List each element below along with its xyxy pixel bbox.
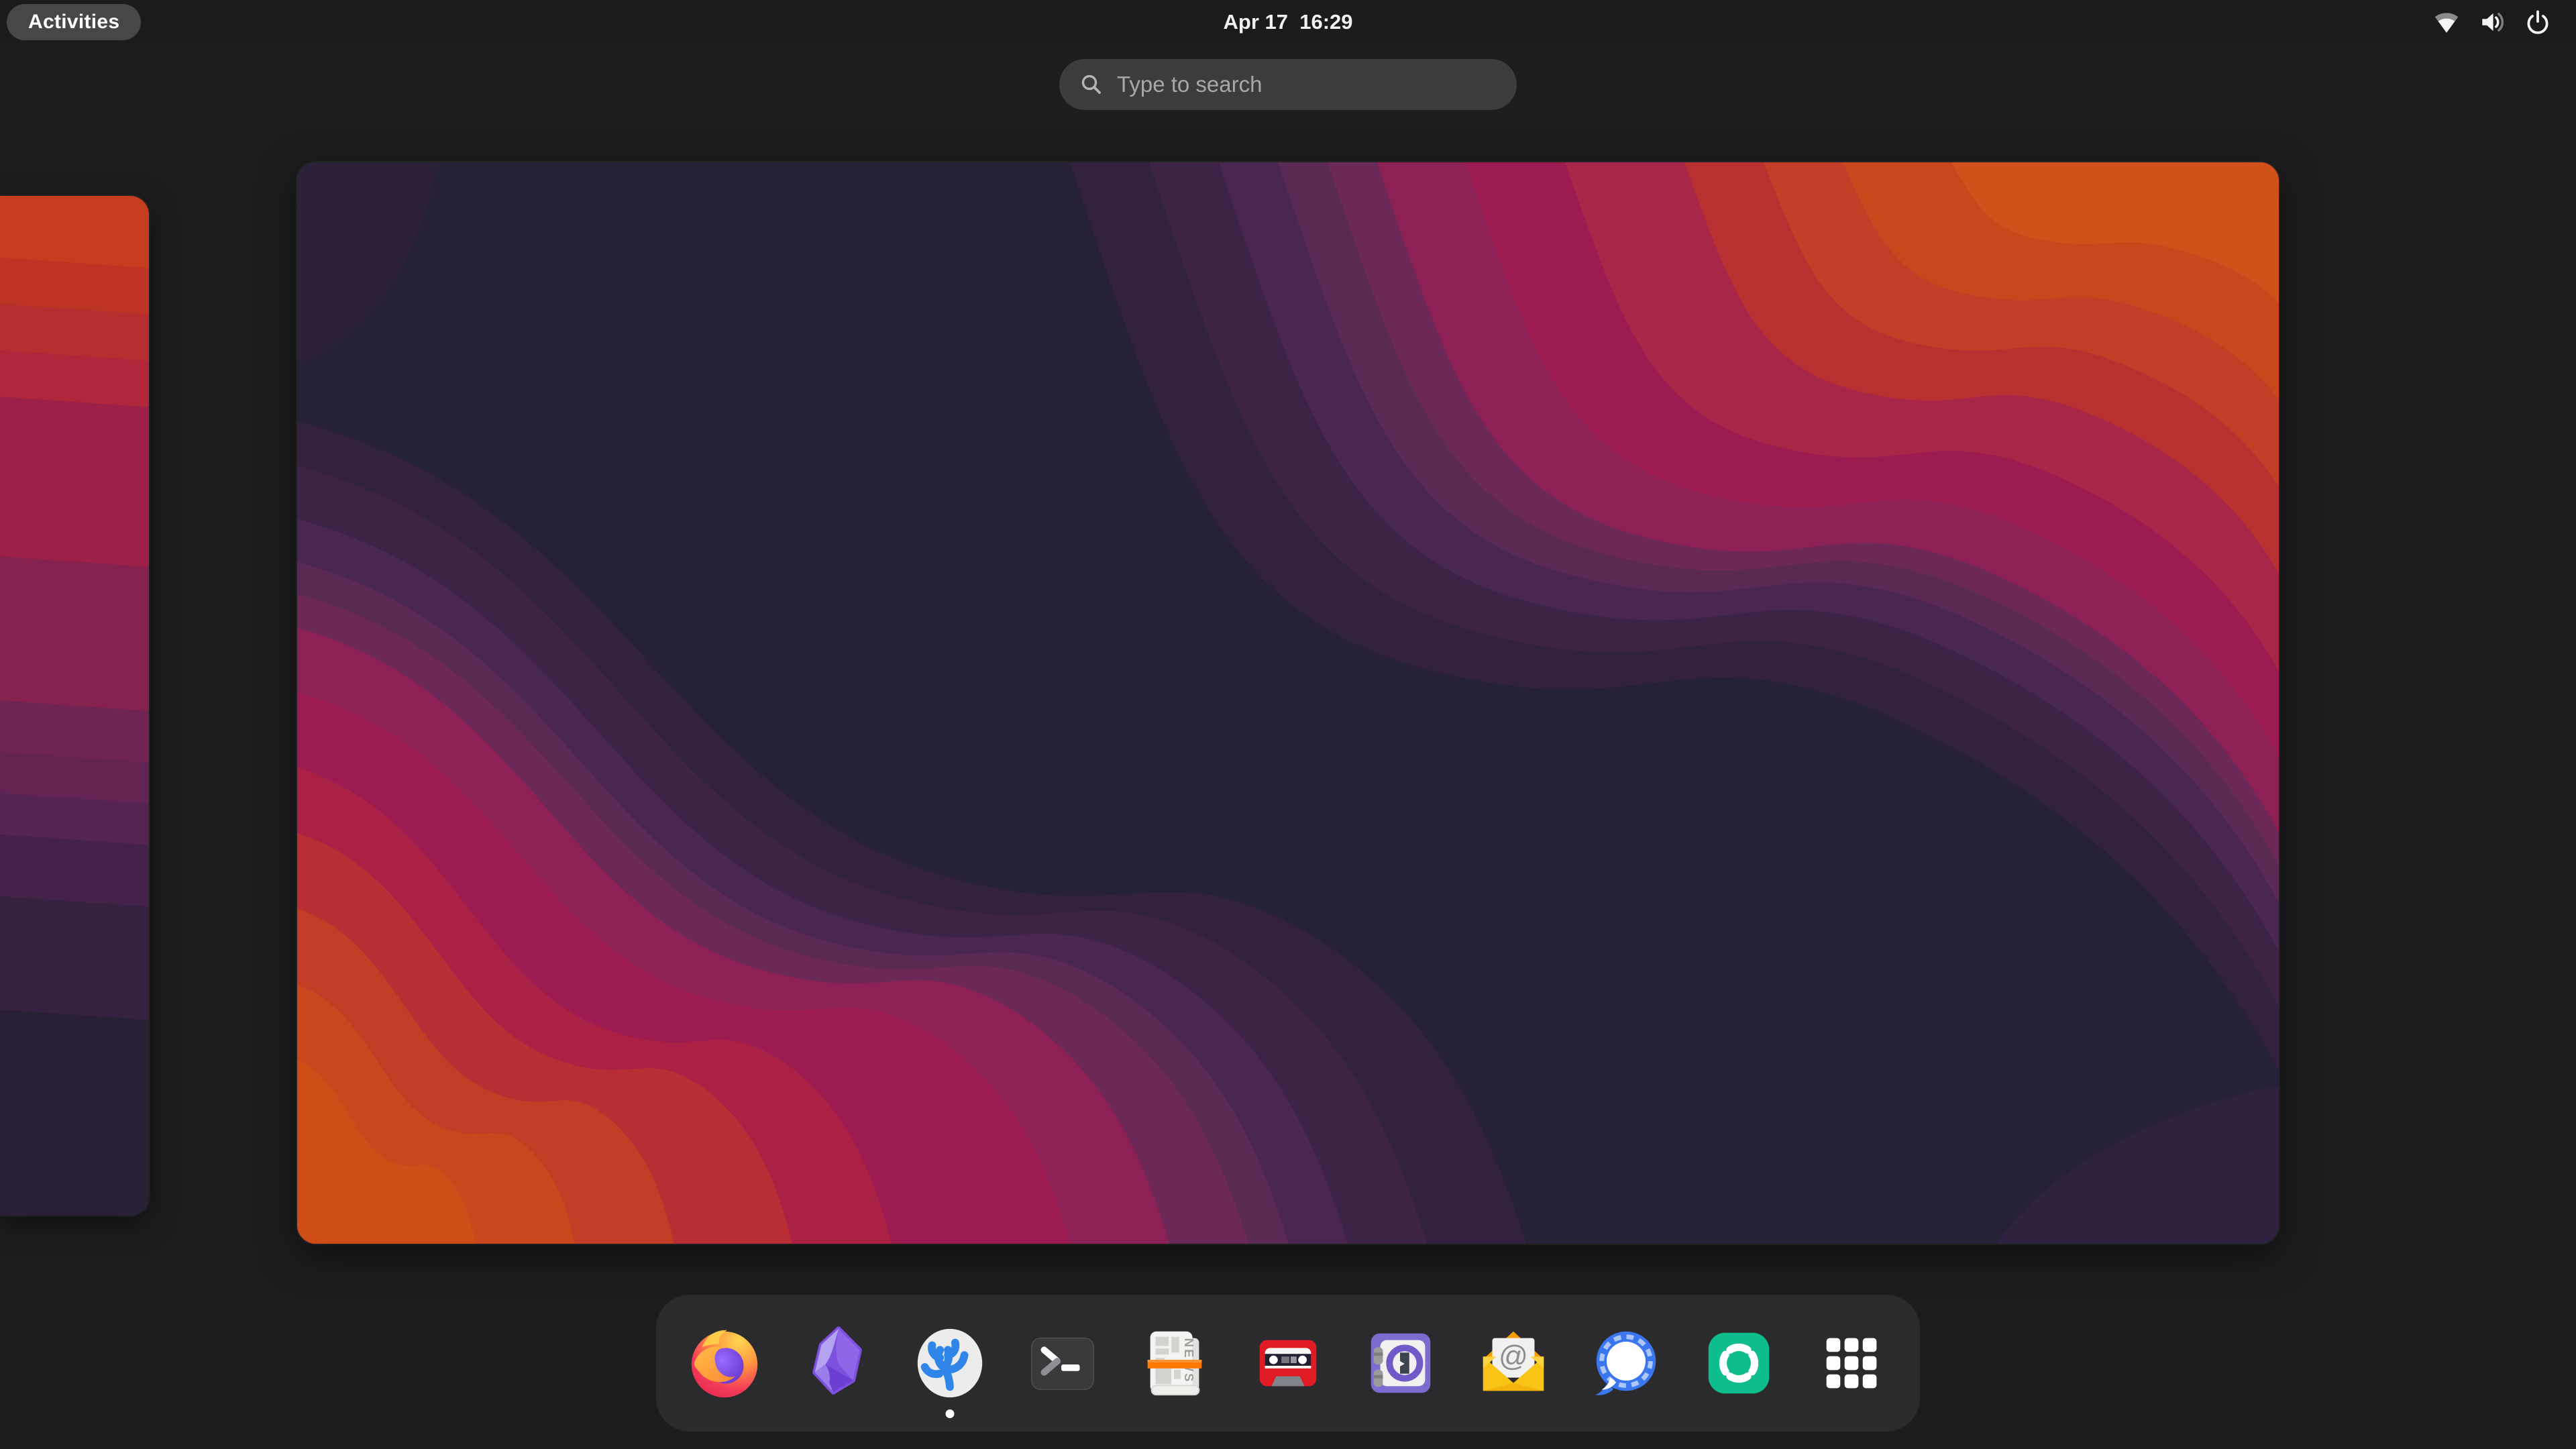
wallpaper bbox=[297, 162, 2279, 1244]
firefox-icon bbox=[685, 1324, 764, 1403]
news-icon: NEWS bbox=[1136, 1324, 1215, 1403]
coral-icon bbox=[910, 1324, 989, 1403]
dock: NEWS bbox=[656, 1295, 1920, 1432]
email-icon: @ bbox=[1474, 1324, 1553, 1403]
element-icon bbox=[1699, 1324, 1778, 1403]
signal-icon bbox=[1587, 1324, 1666, 1403]
wifi-icon[interactable] bbox=[2432, 8, 2461, 36]
search-icon bbox=[1078, 71, 1105, 98]
dock-item-app-grid[interactable] bbox=[1812, 1324, 1891, 1403]
gnome-activities-overview: Activities Apr 17 16:29 bbox=[0, 0, 2576, 1449]
safe-icon bbox=[1361, 1324, 1440, 1403]
top-bar: Activities Apr 17 16:29 bbox=[0, 0, 2576, 44]
search-input[interactable] bbox=[1116, 71, 1517, 98]
workspace-preview-left-partial[interactable] bbox=[0, 196, 149, 1216]
dock-item-email[interactable]: @ bbox=[1474, 1324, 1553, 1403]
running-indicator bbox=[946, 1409, 955, 1418]
dock-item-safe[interactable] bbox=[1361, 1324, 1440, 1403]
system-status-area[interactable] bbox=[2432, 0, 2552, 44]
power-icon[interactable] bbox=[2524, 8, 2552, 36]
dock-item-cassette[interactable] bbox=[1248, 1324, 1328, 1403]
dock-item-firefox[interactable] bbox=[685, 1324, 764, 1403]
svg-text:@: @ bbox=[1499, 1340, 1528, 1373]
terminal-icon bbox=[1023, 1324, 1102, 1403]
volume-icon[interactable] bbox=[2478, 8, 2506, 36]
obsidian-icon bbox=[798, 1324, 877, 1403]
dock-item-element[interactable] bbox=[1699, 1324, 1778, 1403]
dock-item-terminal[interactable] bbox=[1023, 1324, 1102, 1403]
search-bar[interactable] bbox=[1059, 59, 1517, 110]
workspace-preview-current[interactable] bbox=[297, 162, 2279, 1244]
dock-item-signal[interactable] bbox=[1587, 1324, 1666, 1403]
cassette-icon bbox=[1248, 1324, 1328, 1403]
app-grid-icon bbox=[1812, 1324, 1891, 1403]
dock-item-obsidian[interactable] bbox=[798, 1324, 877, 1403]
dock-item-coral[interactable] bbox=[910, 1324, 989, 1403]
clock[interactable]: Apr 17 16:29 bbox=[0, 0, 2576, 44]
dock-item-news[interactable]: NEWS bbox=[1136, 1324, 1215, 1403]
